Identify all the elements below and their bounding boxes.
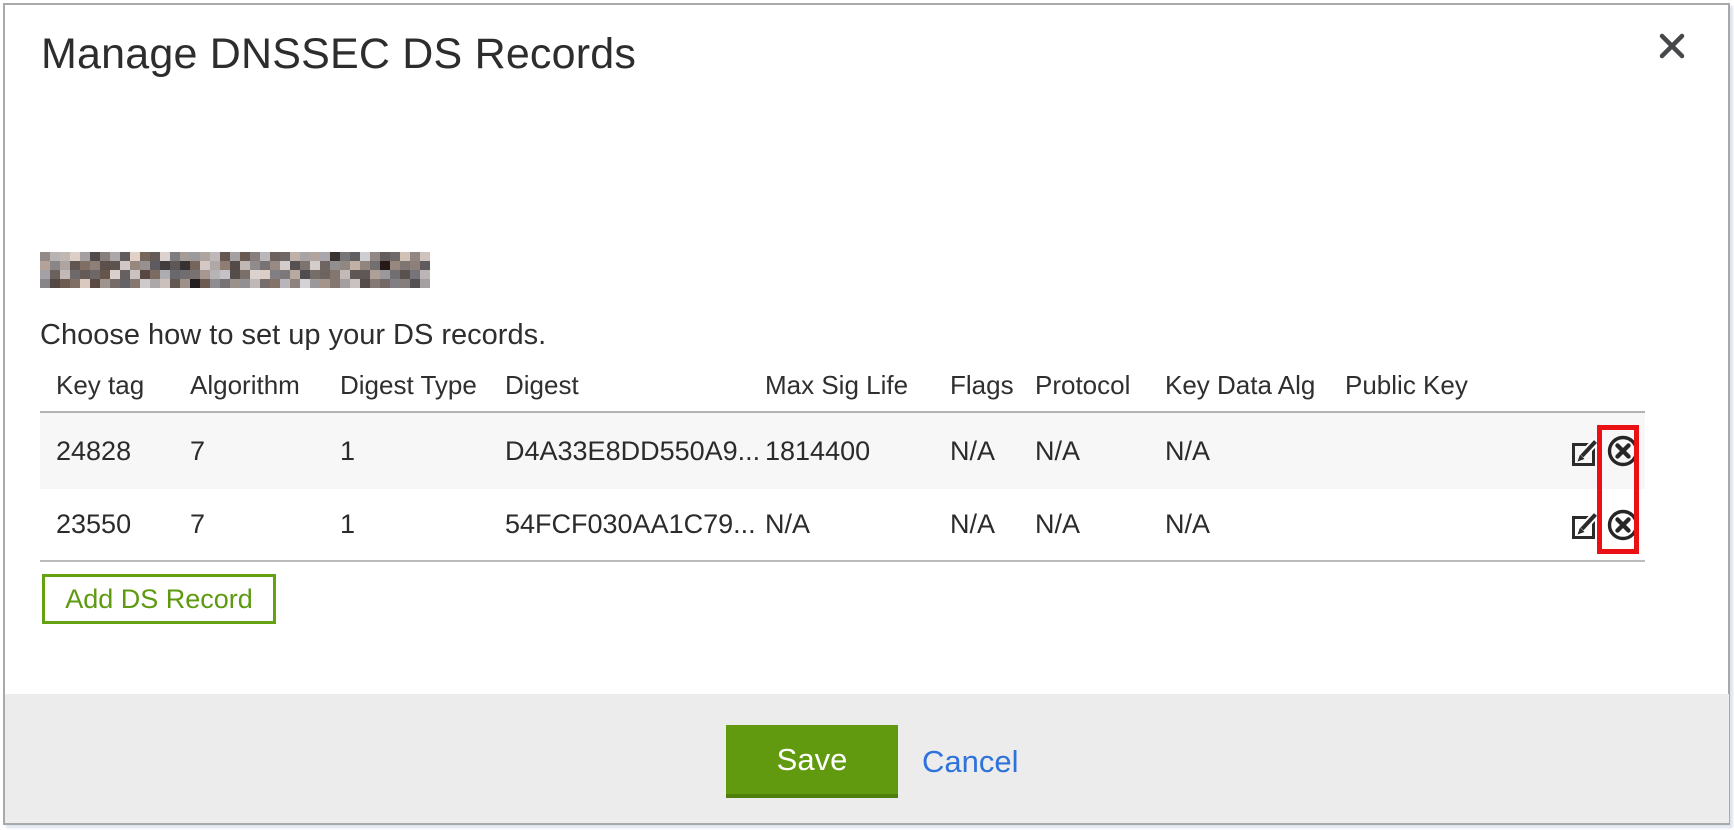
delete-circle-x-icon [1605,507,1641,543]
cell-key-data-alg: N/A [1165,509,1345,540]
delete-circle-x-icon [1605,433,1641,469]
cell-max-sig-life: 1814400 [765,436,950,467]
col-key-tag: Key tag [56,370,190,401]
table-bottom-divider [40,560,1645,562]
row-actions [1553,433,1645,470]
close-button[interactable] [1648,22,1696,70]
cell-key-tag: 24828 [56,436,190,467]
edit-pencil-icon [1567,507,1602,542]
col-max-sig-life: Max Sig Life [765,370,950,401]
delete-record-button[interactable] [1604,506,1641,543]
edit-record-button[interactable] [1566,506,1603,543]
cancel-link[interactable]: Cancel [922,725,1019,798]
edit-record-button[interactable] [1566,433,1603,470]
save-button[interactable]: Save [726,725,898,798]
instruction-text: Choose how to set up your DS records. [40,319,546,352]
redacted-domain-name [40,252,430,288]
col-public-key: Public Key [1345,370,1553,401]
cell-key-tag: 23550 [56,509,190,540]
table-row: 23550 7 1 54FCF030AA1C79... N/A N/A N/A … [40,489,1645,560]
cell-algorithm: 7 [190,436,340,467]
table-header: Key tag Algorithm Digest Type Digest Max… [40,358,1645,412]
screenshot-root: Manage DNSSEC DS Records Choose how to s… [0,0,1734,830]
row-actions [1553,506,1645,543]
col-key-data-alg: Key Data Alg [1165,370,1345,401]
table-row: 24828 7 1 D4A33E8DD550A9... 1814400 N/A … [40,413,1645,489]
edit-pencil-icon [1567,434,1602,469]
delete-record-button[interactable] [1604,433,1641,470]
col-algorithm: Algorithm [190,370,340,401]
cell-max-sig-life: N/A [765,509,950,540]
cell-digest-type: 1 [340,436,505,467]
cell-digest: 54FCF030AA1C79... [505,509,765,540]
col-flags: Flags [950,370,1035,401]
cell-key-data-alg: N/A [1165,436,1345,467]
cell-algorithm: 7 [190,509,340,540]
cell-protocol: N/A [1035,436,1165,467]
col-digest-type: Digest Type [340,370,505,401]
col-protocol: Protocol [1035,370,1165,401]
cell-protocol: N/A [1035,509,1165,540]
add-ds-record-button[interactable]: Add DS Record [42,574,276,624]
close-icon [1656,30,1688,62]
col-digest: Digest [505,370,765,401]
dialog-title: Manage DNSSEC DS Records [41,30,636,79]
cell-digest: D4A33E8DD550A9... [505,436,765,467]
cell-flags: N/A [950,436,1035,467]
cell-digest-type: 1 [340,509,505,540]
cell-flags: N/A [950,509,1035,540]
